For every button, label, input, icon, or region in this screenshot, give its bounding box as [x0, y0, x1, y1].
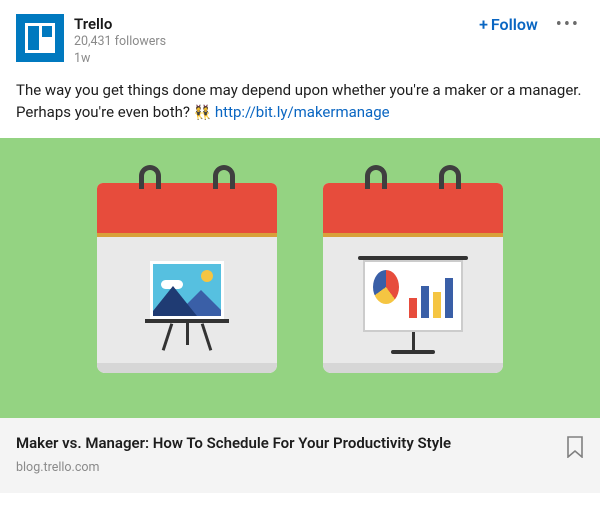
post-card: Trello 20,431 followers 1w + Follow ••• …: [0, 0, 600, 124]
plus-icon: +: [479, 15, 488, 34]
post-image[interactable]: [0, 138, 600, 418]
calendar-maker-icon: [97, 183, 277, 373]
dancers-emoji-icon: 👯: [194, 105, 211, 121]
bookmark-icon: [566, 436, 584, 458]
post-time: 1w: [74, 51, 479, 68]
trello-logo-icon: [25, 23, 55, 53]
article-text: Maker vs. Manager: How To Schedule For Y…: [16, 434, 554, 475]
author-followers: 20,431 followers: [74, 34, 479, 51]
more-options-button[interactable]: •••: [552, 14, 584, 35]
article-preview[interactable]: Maker vs. Manager: How To Schedule For Y…: [0, 418, 600, 493]
bookmark-button[interactable]: [566, 436, 584, 462]
author-name[interactable]: Trello: [74, 14, 479, 34]
author-avatar[interactable]: [16, 14, 64, 62]
article-title: Maker vs. Manager: How To Schedule For Y…: [16, 434, 554, 452]
easel-painting-icon: [145, 261, 229, 349]
follow-label: Follow: [491, 15, 538, 34]
post-actions: + Follow •••: [479, 14, 584, 35]
post-text: The way you get things done may depend u…: [16, 80, 584, 124]
calendar-manager-icon: [323, 183, 503, 373]
article-source: blog.trello.com: [16, 460, 554, 475]
presentation-board-icon: [358, 256, 468, 354]
post-header: Trello 20,431 followers 1w + Follow •••: [16, 14, 584, 68]
follow-button[interactable]: + Follow: [479, 15, 538, 34]
post-link[interactable]: http://bit.ly/makermanage: [215, 103, 390, 121]
author-meta: Trello 20,431 followers 1w: [74, 14, 479, 68]
